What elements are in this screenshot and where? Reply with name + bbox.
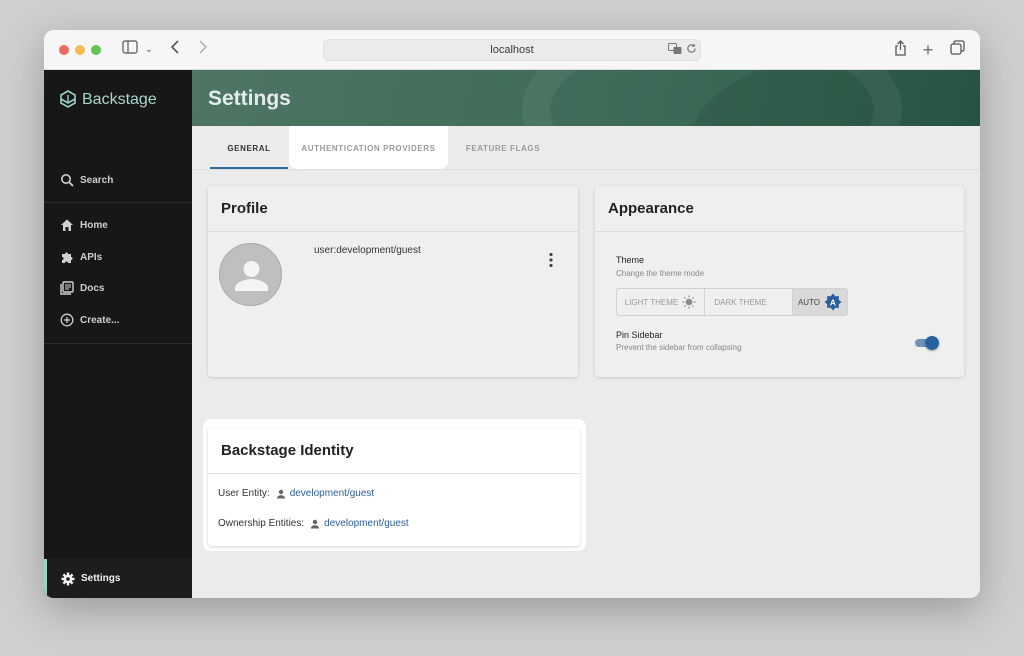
browser-window: ⌄ localhost + Backstage Search Home APIs… xyxy=(44,30,980,598)
user-entity-link[interactable]: development/guest xyxy=(290,488,375,499)
address-bar[interactable]: localhost xyxy=(323,39,701,61)
sidebar-item-create[interactable]: Create... xyxy=(60,310,119,330)
forward-icon[interactable] xyxy=(196,40,210,60)
sun-icon xyxy=(682,295,696,309)
profile-user-ref: user:development/guest xyxy=(314,245,421,256)
chevron-down-icon[interactable]: ⌄ xyxy=(143,40,155,60)
gear-icon xyxy=(61,572,75,585)
appearance-card: Appearance Theme Change the theme mode L… xyxy=(595,186,964,377)
tab-feature-flags[interactable]: FEATURE FLAGS xyxy=(448,126,558,170)
identity-card-header: Backstage Identity xyxy=(208,428,580,474)
light-theme-label: LIGHT THEME xyxy=(624,297,679,307)
search-icon xyxy=(61,174,74,187)
user-entity-label: User Entity: xyxy=(218,488,270,499)
reload-icon[interactable] xyxy=(686,43,697,57)
sidebar-search[interactable]: Search xyxy=(60,170,113,190)
appearance-card-title: Appearance xyxy=(608,200,694,217)
page-content: Backstage Search Home APIs Docs Create..… xyxy=(44,70,980,598)
auto-theme-icon: A xyxy=(824,293,842,311)
avatar xyxy=(219,243,282,306)
theme-description: Change the theme mode xyxy=(616,269,705,278)
light-theme-button[interactable]: LIGHT THEME xyxy=(617,289,705,315)
pin-sidebar-toggle[interactable] xyxy=(913,336,939,350)
dark-theme-label: DARK THEME xyxy=(714,297,767,307)
svg-text:A: A xyxy=(830,297,836,307)
page-header: Settings xyxy=(192,70,980,126)
identity-card-title: Backstage Identity xyxy=(221,442,354,459)
logo-text: Backstage xyxy=(82,91,157,108)
auto-theme-label: AUTO xyxy=(797,297,821,307)
profile-card-title: Profile xyxy=(221,200,268,217)
sidebar-settings-label: Settings xyxy=(81,573,121,584)
ownership-entities-row: Ownership Entities: development/guest xyxy=(218,518,409,529)
sidebar-item-label: APIs xyxy=(80,251,103,263)
theme-label: Theme xyxy=(616,255,645,265)
sidebar-item-docs[interactable]: Docs xyxy=(60,278,104,298)
auto-theme-button[interactable]: AUTO A xyxy=(793,289,847,315)
ownership-entity-link[interactable]: development/guest xyxy=(324,518,409,529)
backstage-logo[interactable]: Backstage xyxy=(60,89,157,111)
dark-theme-button[interactable]: DARK THEME xyxy=(705,289,793,315)
sidebar-toggle-icon[interactable] xyxy=(120,40,140,60)
theme-toggle-group: LIGHT THEME DARK THEME AUTO A xyxy=(616,288,848,316)
person-icon xyxy=(276,489,285,498)
share-icon[interactable] xyxy=(892,40,908,60)
url-text: localhost xyxy=(490,44,534,56)
profile-card: Profile user:development/guest xyxy=(208,186,578,377)
docs-icon xyxy=(60,281,74,295)
settings-tabs: GENERAL AUTHENTICATION PROVIDERS FEATURE… xyxy=(192,126,980,170)
person-icon xyxy=(311,519,320,528)
ownership-entities-label: Ownership Entities: xyxy=(218,518,305,529)
sidebar-search-label: Search xyxy=(80,174,114,186)
moon-icon xyxy=(774,296,781,308)
appearance-card-header: Appearance xyxy=(595,186,964,232)
sidebar-item-home[interactable]: Home xyxy=(60,215,108,235)
pin-sidebar-description: Prevent the sidebar from collapsing xyxy=(616,343,742,352)
sidebar-item-settings[interactable]: Settings xyxy=(44,559,192,598)
sidebar-item-label: Create... xyxy=(80,314,120,326)
minimize-window-button[interactable] xyxy=(75,45,85,55)
home-icon xyxy=(61,219,73,231)
active-tab-indicator xyxy=(210,167,288,169)
page-title: Settings xyxy=(208,87,291,110)
profile-card-header: Profile xyxy=(208,186,578,232)
backstage-logo-icon xyxy=(60,90,76,108)
sidebar: Backstage Search Home APIs Docs Create..… xyxy=(44,70,192,598)
sidebar-divider xyxy=(44,343,192,344)
more-vert-icon[interactable] xyxy=(547,252,555,268)
user-entity-row: User Entity: development/guest xyxy=(218,488,374,499)
sidebar-item-label: Home xyxy=(80,219,108,231)
close-window-button[interactable] xyxy=(59,45,69,55)
back-icon[interactable] xyxy=(168,40,182,60)
new-tab-icon[interactable]: + xyxy=(920,40,936,60)
person-icon xyxy=(235,261,268,291)
sidebar-divider xyxy=(44,202,192,203)
zoom-window-button[interactable] xyxy=(91,45,101,55)
puzzle-icon xyxy=(62,252,73,263)
tab-overview-icon[interactable] xyxy=(949,40,965,60)
add-circle-icon xyxy=(60,313,74,327)
browser-toolbar: ⌄ localhost + xyxy=(44,30,980,70)
tab-general[interactable]: GENERAL xyxy=(210,126,288,170)
toggle-thumb xyxy=(925,336,939,350)
backstage-identity-card: Backstage Identity User Entity: developm… xyxy=(208,428,580,546)
tab-authentication-providers[interactable]: AUTHENTICATION PROVIDERS xyxy=(289,126,448,170)
pin-sidebar-label: Pin Sidebar xyxy=(616,330,663,340)
translate-icon[interactable] xyxy=(668,43,682,58)
sidebar-item-label: Docs xyxy=(80,282,105,294)
sidebar-item-apis[interactable]: APIs xyxy=(60,247,102,267)
